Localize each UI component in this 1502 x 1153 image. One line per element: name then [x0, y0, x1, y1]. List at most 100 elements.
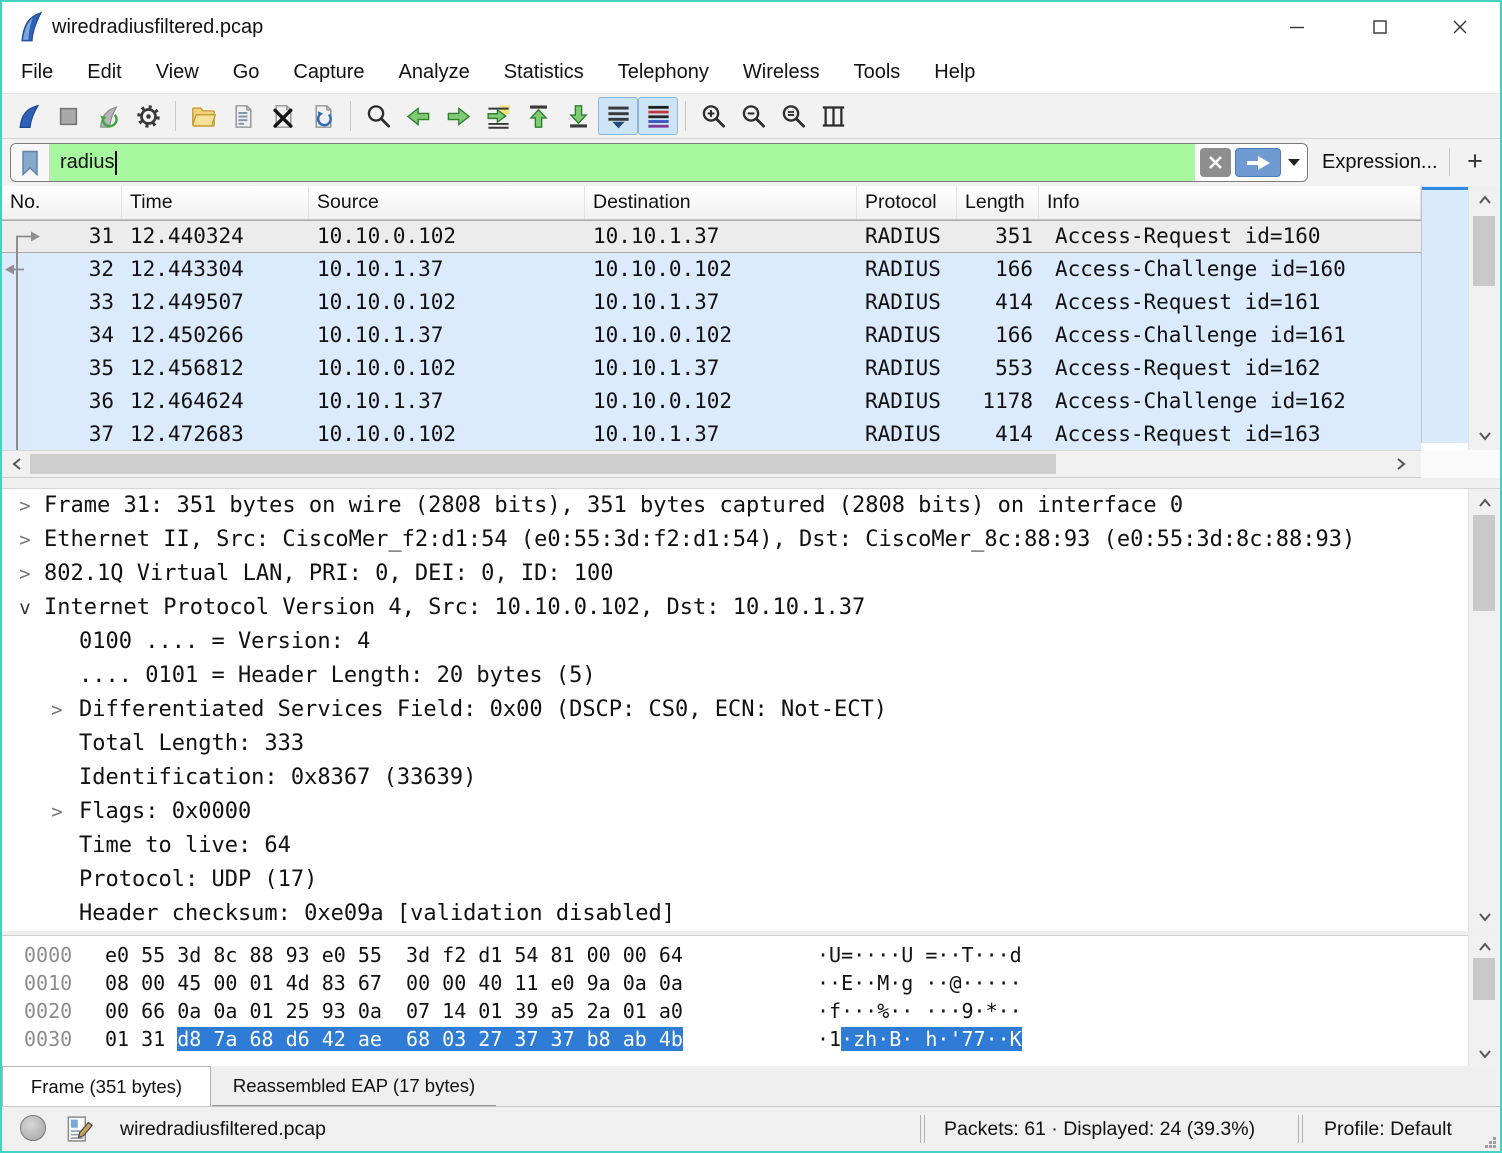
packet-row-31[interactable]: 3112.44032410.10.0.10210.10.1.37RADIUS35… — [2, 220, 1421, 253]
filter-apply-button[interactable] — [1235, 148, 1281, 177]
column-header-time[interactable]: Time — [122, 186, 309, 219]
detail-line[interactable]: Protocol: UDP (17) — [2, 863, 1468, 897]
expand-closed-icon[interactable]: > — [46, 693, 68, 727]
menu-wireless[interactable]: Wireless — [726, 52, 837, 93]
menu-tools[interactable]: Tools — [837, 52, 918, 93]
menu-view[interactable]: View — [139, 52, 216, 93]
scroll-down-icon[interactable] — [1469, 1044, 1500, 1064]
capture-options-button[interactable] — [128, 97, 168, 135]
expand-closed-icon[interactable]: > — [14, 557, 36, 591]
display-filter-box[interactable]: radius — [10, 143, 1308, 182]
detail-line[interactable]: vInternet Protocol Version 4, Src: 10.10… — [2, 591, 1468, 625]
pane-splitter[interactable] — [2, 478, 1500, 489]
menu-file[interactable]: File — [4, 52, 70, 93]
save-file-button[interactable] — [223, 97, 263, 135]
hex-ascii[interactable]: ·U=····U =··T···d — [817, 941, 1022, 969]
packet-row-32[interactable]: 3212.44330410.10.1.3710.10.0.102RADIUS16… — [2, 253, 1421, 286]
packet-row-33[interactable]: 3312.44950710.10.0.10210.10.1.37RADIUS41… — [2, 286, 1421, 319]
bytes-scrollbar[interactable] — [1468, 935, 1500, 1066]
colorize-packets-button[interactable] — [638, 97, 678, 135]
expand-closed-icon[interactable]: > — [14, 489, 36, 523]
packet-list-hscrollbar[interactable] — [2, 450, 1421, 478]
packet-row-34[interactable]: 3412.45026610.10.1.3710.10.0.102RADIUS16… — [2, 319, 1421, 352]
auto-scroll-button[interactable] — [598, 97, 638, 135]
scroll-up-icon[interactable] — [1469, 190, 1500, 210]
start-capture-button[interactable] — [8, 97, 48, 135]
zoom-in-button[interactable] — [693, 97, 733, 135]
capture-comment-icon[interactable] — [64, 1114, 94, 1144]
filter-clear-button[interactable] — [1200, 148, 1231, 177]
expression-button[interactable]: Expression... — [1322, 139, 1438, 186]
display-filter-input[interactable]: radius — [50, 144, 1195, 181]
menu-analyze[interactable]: Analyze — [382, 52, 487, 93]
menu-telephony[interactable]: Telephony — [601, 52, 726, 93]
expand-closed-icon[interactable]: > — [14, 523, 36, 557]
title-bar[interactable]: wiredradiusfiltered.pcap — [2, 2, 1500, 52]
find-packet-button[interactable] — [358, 97, 398, 135]
hex-bytes[interactable]: e0 55 3d 8c 88 93 e0 55 3d f2 d1 54 81 0… — [105, 941, 683, 969]
statusbar-filename[interactable]: wiredradiusfiltered.pcap — [120, 1107, 326, 1151]
scroll-down-icon[interactable] — [1469, 907, 1500, 927]
filter-bookmark-button[interactable] — [11, 144, 50, 181]
tab-reassembled-eap[interactable]: Reassembled EAP (17 bytes) — [212, 1066, 496, 1106]
tab-frame[interactable]: Frame (351 bytes) — [2, 1066, 211, 1106]
column-header-source[interactable]: Source — [309, 186, 585, 219]
scroll-up-icon[interactable] — [1469, 493, 1500, 513]
detail-line[interactable]: .... 0101 = Header Length: 20 bytes (5) — [2, 659, 1468, 693]
menu-capture[interactable]: Capture — [276, 52, 381, 93]
stop-capture-button[interactable] — [48, 97, 88, 135]
detail-line[interactable]: Total Length: 333 — [2, 727, 1468, 761]
open-file-button[interactable] — [183, 97, 223, 135]
hex-ascii[interactable]: ··E··M·g ··@····· — [817, 969, 1022, 997]
detail-line[interactable]: >Differentiated Services Field: 0x00 (DS… — [2, 693, 1468, 727]
menu-edit[interactable]: Edit — [70, 52, 138, 93]
scrollbar-thumb[interactable] — [1473, 216, 1495, 286]
column-header-destination[interactable]: Destination — [585, 186, 857, 219]
filter-dropdown-button[interactable] — [1281, 148, 1307, 177]
scrollbar-thumb[interactable] — [1473, 515, 1495, 611]
go-forward-button[interactable] — [438, 97, 478, 135]
scrollbar-thumb[interactable] — [1473, 958, 1495, 1000]
column-header-protocol[interactable]: Protocol — [857, 186, 957, 219]
packet-row-36[interactable]: 3612.46462410.10.1.3710.10.0.102RADIUS11… — [2, 385, 1421, 418]
column-header-no[interactable]: No. — [2, 186, 122, 219]
scroll-right-icon[interactable] — [1388, 451, 1414, 477]
hex-bytes[interactable]: 08 00 45 00 01 4d 83 67 00 00 40 11 e0 9… — [105, 969, 683, 997]
packet-list-scrollbar[interactable] — [1468, 186, 1500, 450]
detail-line[interactable]: Header checksum: 0xe09a [validation disa… — [2, 897, 1468, 931]
hex-bytes[interactable]: 01 31 d8 7a 68 d6 42 ae 68 03 27 37 37 b… — [105, 1025, 683, 1053]
statusbar-profile[interactable]: Profile: Default — [1324, 1107, 1452, 1151]
zoom-original-button[interactable] — [773, 97, 813, 135]
menu-statistics[interactable]: Statistics — [487, 52, 601, 93]
go-to-first-button[interactable] — [518, 97, 558, 135]
detail-line[interactable]: >Ethernet II, Src: CiscoMer_f2:d1:54 (e0… — [2, 523, 1468, 557]
details-scrollbar[interactable] — [1468, 489, 1500, 931]
packet-row-37[interactable]: 3712.47268310.10.0.10210.10.1.37RADIUS41… — [2, 418, 1421, 450]
hex-ascii[interactable]: ·1·zh·B· h·'77··K — [817, 1025, 1022, 1053]
packet-row-35[interactable]: 3512.45681210.10.0.10210.10.1.37RADIUS55… — [2, 352, 1421, 385]
resize-grip[interactable] — [1484, 1136, 1497, 1149]
detail-line[interactable]: >802.1Q Virtual LAN, PRI: 0, DEI: 0, ID:… — [2, 557, 1468, 591]
restart-capture-button[interactable] — [88, 97, 128, 135]
hex-ascii[interactable]: ·f···%·· ···9·*·· — [817, 997, 1022, 1025]
expert-info-icon[interactable] — [20, 1115, 46, 1141]
close-button[interactable] — [1437, 2, 1483, 52]
go-back-button[interactable] — [398, 97, 438, 135]
detail-line[interactable]: Time to live: 64 — [2, 829, 1468, 863]
detail-line[interactable]: Identification: 0x8367 (33639) — [2, 761, 1468, 795]
maximize-button[interactable] — [1357, 2, 1403, 52]
go-to-packet-button[interactable] — [478, 97, 518, 135]
expand-closed-icon[interactable]: > — [46, 795, 68, 829]
close-file-button[interactable] — [263, 97, 303, 135]
scroll-down-icon[interactable] — [1469, 426, 1500, 446]
scroll-left-icon[interactable] — [4, 451, 30, 477]
intelligent-scrollbar-minimap[interactable] — [1421, 186, 1468, 443]
go-to-last-button[interactable] — [558, 97, 598, 135]
hex-bytes[interactable]: 00 66 0a 0a 01 25 93 0a 07 14 01 39 a5 2… — [105, 997, 683, 1025]
filter-add-button[interactable]: + — [1458, 139, 1492, 184]
menu-go[interactable]: Go — [216, 52, 277, 93]
hscrollbar-thumb[interactable] — [30, 454, 1056, 474]
detail-line[interactable]: >Frame 31: 351 bytes on wire (2808 bits)… — [2, 489, 1468, 523]
column-header-length[interactable]: Length — [957, 186, 1039, 219]
scroll-up-icon[interactable] — [1469, 937, 1500, 957]
